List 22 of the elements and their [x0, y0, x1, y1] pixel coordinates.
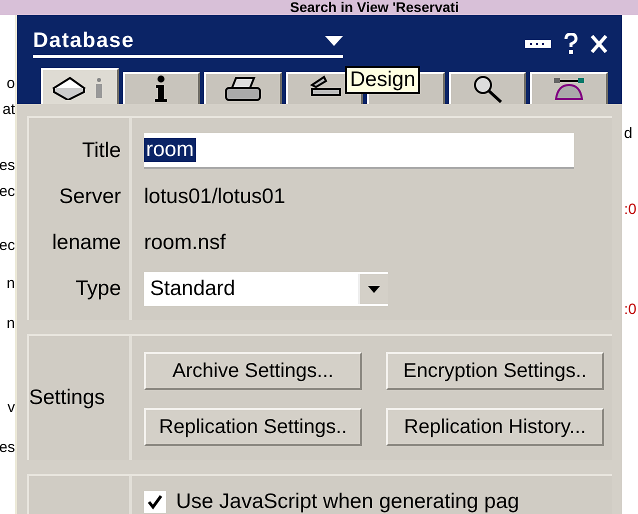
background-text: es — [0, 157, 15, 174]
background-text: ec — [0, 237, 15, 254]
field-label: Title — [81, 138, 122, 164]
background-text: n — [6, 315, 15, 332]
field-label: lename — [51, 230, 122, 256]
background-text: o — [6, 75, 15, 92]
background-text: :0 — [624, 201, 637, 218]
background-text: :0 — [624, 301, 637, 318]
view-heading: Search in View 'Reservati — [290, 0, 459, 15]
background-text: n — [6, 275, 15, 292]
background-text: v — [8, 399, 15, 416]
background-text: ec — [0, 183, 15, 200]
field-label: Server — [58, 184, 122, 210]
background-text: es — [0, 439, 15, 456]
background-text: d — [624, 125, 632, 142]
tooltip: Design — [345, 66, 420, 94]
field-label: Type — [74, 276, 122, 302]
field-value: lotus01/lotus01 — [144, 185, 286, 209]
background-text: at — [2, 101, 15, 118]
section-label: Settings — [29, 385, 106, 411]
field-value: room.nsf — [144, 231, 226, 255]
checkbox-label: Use JavaScript when generating pag — [176, 490, 520, 514]
